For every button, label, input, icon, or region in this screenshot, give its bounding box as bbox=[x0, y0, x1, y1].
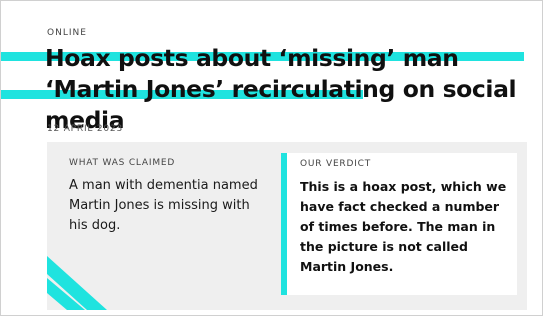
verdict-text: This is a hoax post, which we have fact … bbox=[300, 179, 507, 274]
verdict-box: OUR VERDICT This is a hoax post, which w… bbox=[281, 153, 517, 295]
article-frame: ONLINE Hoax posts about ‘missing’ man ‘M… bbox=[0, 0, 543, 316]
article-headline: Hoax posts about ‘missing’ man ‘Martin J… bbox=[45, 44, 517, 134]
verdict-accent-bar bbox=[281, 153, 287, 295]
claim-text: A man with dementia named Martin Jones i… bbox=[69, 178, 258, 233]
claim-label: WHAT WAS CLAIMED bbox=[69, 158, 176, 168]
article-category[interactable]: ONLINE bbox=[47, 28, 87, 38]
verdict-label: OUR VERDICT bbox=[300, 159, 372, 169]
claim-verdict-panel: WHAT WAS CLAIMED A man with dementia nam… bbox=[47, 142, 527, 310]
article-date: 12 APRIL 2023 bbox=[47, 124, 123, 134]
